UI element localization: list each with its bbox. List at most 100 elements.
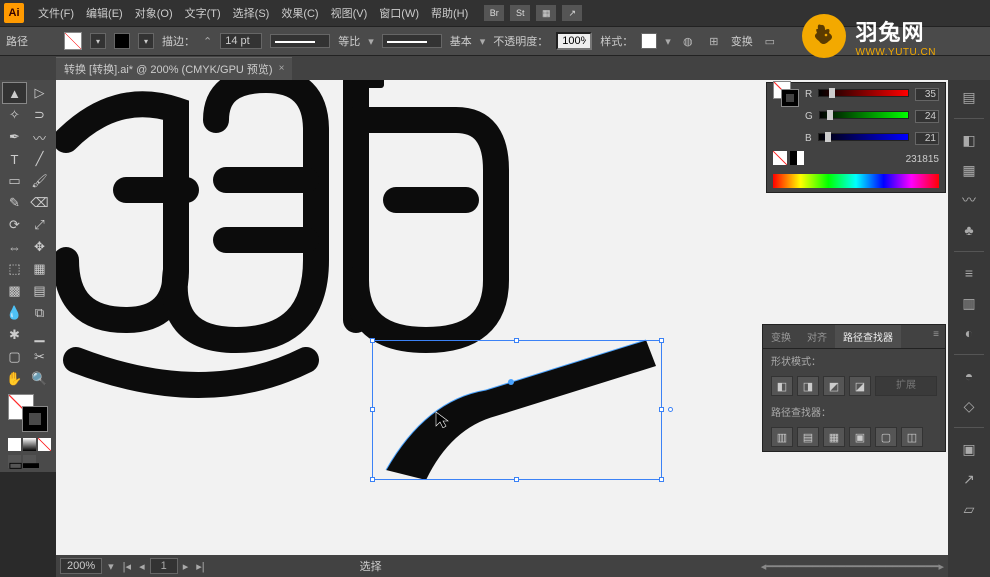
swatches-icon[interactable]: ▦ [957, 159, 981, 181]
unite-button[interactable]: ◧ [771, 376, 793, 396]
perspective-tool[interactable]: ▦ [27, 258, 52, 280]
arrange-icon[interactable]: ▦ [536, 5, 556, 21]
none-mode-icon[interactable] [38, 438, 51, 451]
b-value[interactable]: 21 [915, 132, 939, 145]
mesh-tool[interactable]: ▩ [2, 280, 27, 302]
selection-tool[interactable]: ▲ [2, 82, 27, 104]
blend-tool[interactable]: ⧉ [27, 302, 52, 324]
pencil-tool[interactable]: ✎ [2, 192, 27, 214]
artboard-nav[interactable]: |◂ ◂ 1 ▸ ▸| [120, 558, 208, 574]
none-swatch-icon[interactable] [773, 151, 787, 165]
prev-artboard-icon[interactable]: ◂ [136, 560, 148, 573]
gradient-panel-icon[interactable]: ▥ [957, 292, 981, 314]
panel-stroke-swatch[interactable] [781, 89, 799, 107]
artboards-icon[interactable]: ▱ [957, 498, 981, 520]
symbol-sprayer-tool[interactable]: ✱ [2, 324, 27, 346]
appearance-icon[interactable]: ◓ [957, 365, 981, 387]
close-tab-icon[interactable]: × [279, 63, 285, 74]
exclude-button[interactable]: ◪ [849, 376, 871, 396]
symbols-icon[interactable]: ♣ [957, 219, 981, 241]
crop-button[interactable]: ▣ [849, 427, 871, 447]
eraser-tool[interactable]: ⌫ [27, 192, 52, 214]
properties-icon[interactable]: ▤ [957, 86, 981, 108]
selection-bounding-box[interactable] [372, 340, 662, 480]
eyedropper-tool[interactable]: 💧 [2, 302, 27, 324]
minus-back-button[interactable]: ◫ [901, 427, 923, 447]
screen-mode-full[interactable]: ▬ [23, 455, 36, 468]
isolate-icon[interactable]: ▭ [761, 32, 779, 50]
transform-label[interactable]: 变换 [731, 33, 753, 49]
r-value[interactable]: 35 [915, 88, 939, 101]
align-icon[interactable]: ⊞ [705, 32, 723, 50]
fill-swatch[interactable] [64, 32, 82, 50]
fill-dropdown[interactable] [90, 33, 106, 49]
pen-tool[interactable]: ✒ [2, 126, 27, 148]
divide-button[interactable]: ▥ [771, 427, 793, 447]
gpu-icon[interactable]: ↗ [562, 5, 582, 21]
panel-menu-icon[interactable]: ≡ [927, 325, 945, 348]
rectangle-tool[interactable]: ▭ [2, 170, 27, 192]
style-swatch[interactable] [641, 33, 657, 49]
menu-file[interactable]: 文件(F) [32, 5, 80, 21]
lasso-tool[interactable]: ⊃ [27, 104, 52, 126]
stroke-dropdown[interactable] [138, 33, 154, 49]
menu-view[interactable]: 视图(V) [325, 5, 374, 21]
asset-export-icon[interactable]: ↗ [957, 468, 981, 490]
shape-builder-tool[interactable]: ⬚ [2, 258, 27, 280]
bw-swatch-icon[interactable] [790, 151, 804, 165]
menu-type[interactable]: 文字(T) [179, 5, 227, 21]
gradient-tool[interactable]: ▤ [27, 280, 52, 302]
menu-effect[interactable]: 效果(C) [275, 5, 324, 21]
r-slider[interactable] [818, 89, 909, 99]
graph-tool[interactable]: ▁ [27, 324, 52, 346]
free-transform-tool[interactable]: ✥ [27, 236, 52, 258]
expand-button[interactable]: 扩展 [875, 376, 937, 396]
g-value[interactable]: 24 [915, 110, 939, 123]
menu-select[interactable]: 选择(S) [227, 5, 276, 21]
intersect-button[interactable]: ◩ [823, 376, 845, 396]
screen-mode-normal[interactable]: ▭ [8, 455, 21, 468]
graphic-styles-icon[interactable]: ◇ [957, 395, 981, 417]
stock-icon[interactable]: St [510, 5, 530, 21]
bridge-icon[interactable]: Br [484, 5, 504, 21]
type-tool[interactable]: T [2, 148, 27, 170]
recolor-icon[interactable]: ◍ [679, 32, 697, 50]
first-artboard-icon[interactable]: |◂ [120, 560, 134, 573]
width-tool[interactable]: ⇔ [2, 236, 27, 258]
menu-edit[interactable]: 编辑(E) [80, 5, 129, 21]
artboard-number[interactable]: 1 [150, 558, 178, 574]
color-mode-icon[interactable] [8, 438, 21, 451]
tab-align[interactable]: 对齐 [799, 325, 835, 348]
tab-pathfinder[interactable]: 路径查找器 [835, 325, 901, 348]
opacity-input[interactable] [556, 32, 592, 50]
stroke-box[interactable] [22, 406, 48, 432]
stroke-swatch[interactable] [114, 33, 130, 49]
menu-help[interactable]: 帮助(H) [425, 5, 474, 21]
gradient-mode-icon[interactable] [23, 438, 36, 451]
curvature-tool[interactable]: 〰 [27, 126, 52, 148]
document-tab[interactable]: 转换 [转换].ai* @ 200% (CMYK/GPU 预览) × [56, 57, 292, 80]
direct-selection-tool[interactable]: ▷ [27, 82, 52, 104]
brushes-icon[interactable]: 〰 [957, 189, 981, 211]
zoom-level[interactable]: 200% [60, 558, 102, 574]
tab-transform[interactable]: 变换 [763, 325, 799, 348]
stroke-weight-input[interactable] [220, 33, 262, 49]
layers-icon[interactable]: ▣ [957, 438, 981, 460]
menu-window[interactable]: 窗口(W) [373, 5, 425, 21]
artboard-tool[interactable]: ▢ [2, 346, 27, 368]
next-artboard-icon[interactable]: ▸ [180, 560, 192, 573]
g-slider[interactable] [819, 111, 909, 121]
color-panel-icon[interactable]: ◧ [957, 129, 981, 151]
menu-object[interactable]: 对象(O) [129, 5, 179, 21]
merge-button[interactable]: ▦ [823, 427, 845, 447]
paintbrush-tool[interactable]: 🖌 [27, 170, 52, 192]
fill-stroke-control[interactable] [8, 394, 48, 432]
slice-tool[interactable]: ✂ [27, 346, 52, 368]
color-spectrum[interactable] [773, 174, 939, 188]
line-tool[interactable]: ╱ [27, 148, 52, 170]
scale-tool[interactable]: ⤢ [27, 214, 52, 236]
stroke-panel-icon[interactable]: ≡ [957, 262, 981, 284]
hex-value[interactable]: 231815 [906, 154, 939, 165]
width-profile[interactable] [270, 34, 330, 48]
b-slider[interactable] [818, 133, 909, 143]
